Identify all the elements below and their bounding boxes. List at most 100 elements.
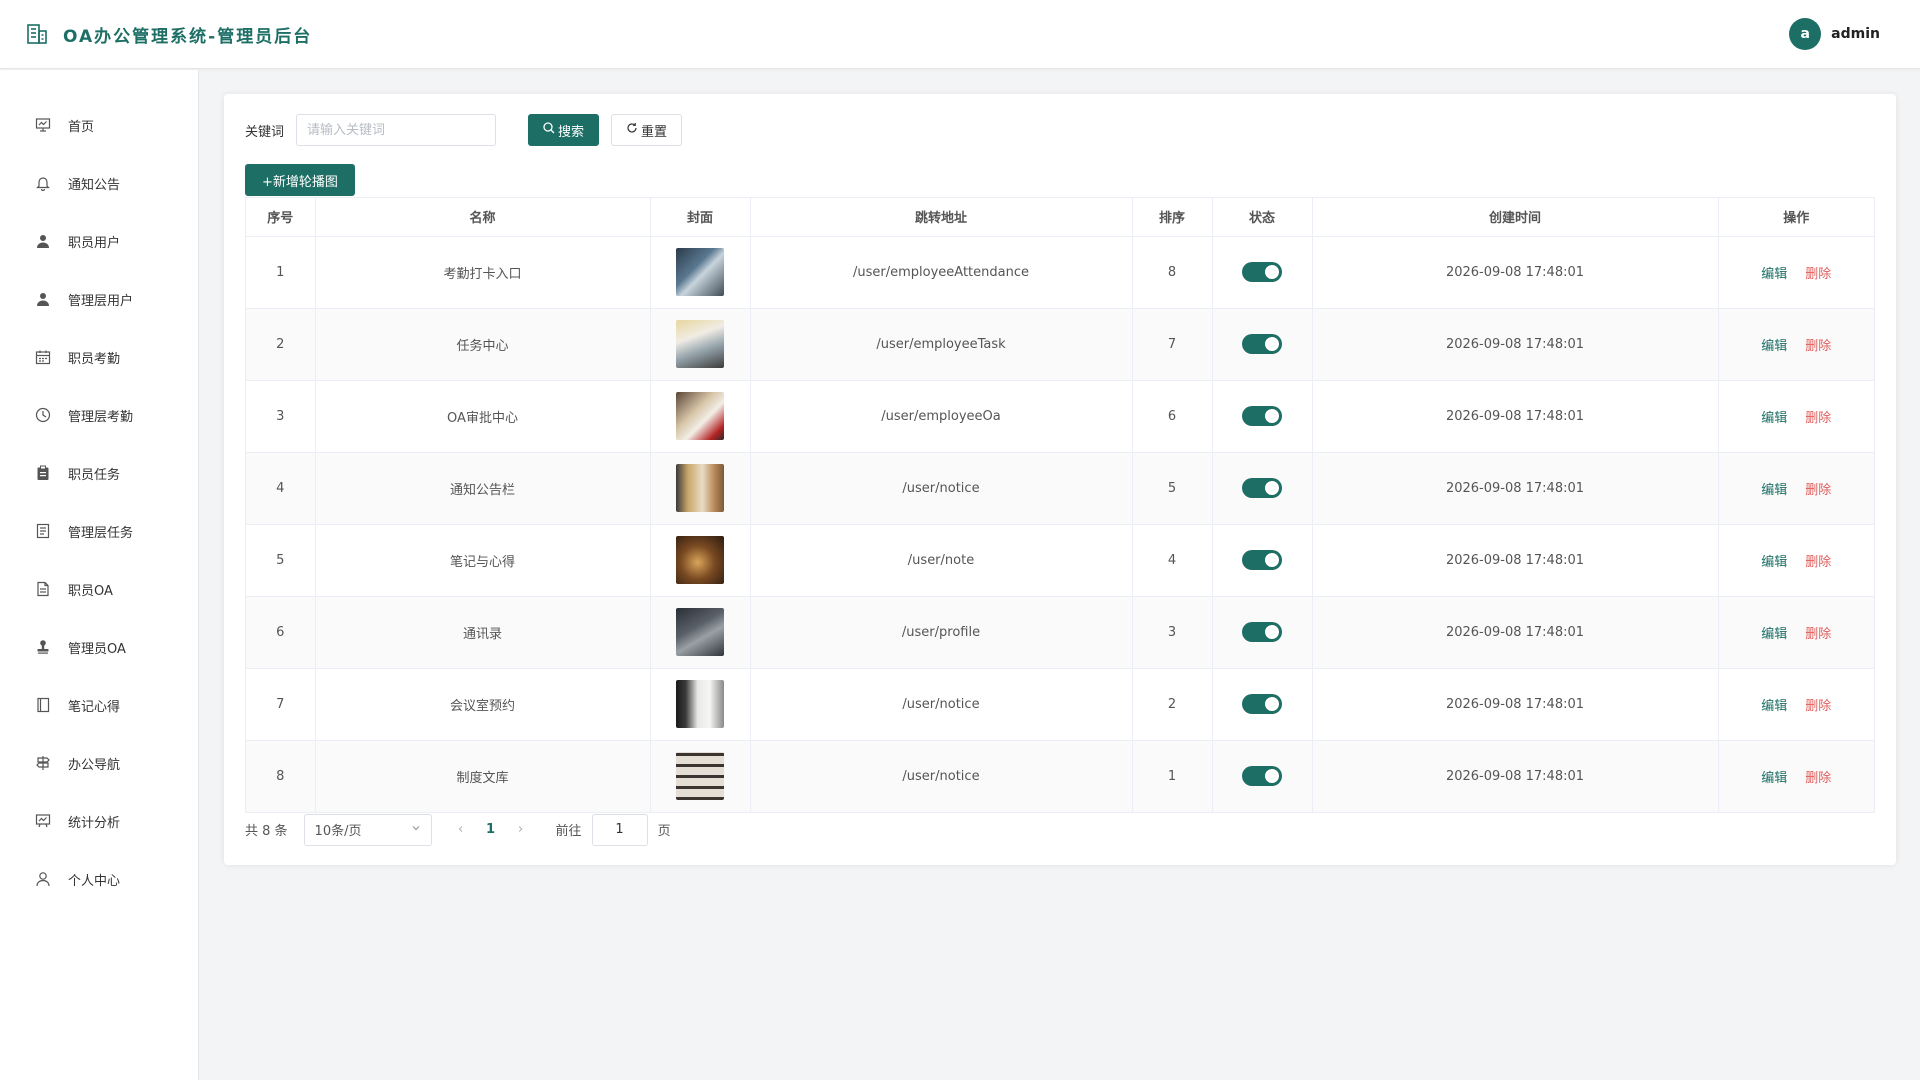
row-order: 8 (1132, 236, 1213, 309)
status-toggle[interactable] (1242, 550, 1282, 570)
next-page-button[interactable]: › (506, 822, 536, 837)
cover-image[interactable] (676, 608, 724, 656)
status-toggle[interactable] (1242, 766, 1282, 786)
top-header: OA办公管理系统-管理员后台 a admin (0, 0, 1920, 69)
edit-button[interactable]: 编辑 (1761, 555, 1787, 570)
sidebar-item-manager-users[interactable]: 管理层用户 (0, 270, 198, 328)
row-name: OA审批中心 (315, 380, 651, 453)
refresh-icon (626, 122, 638, 138)
delete-button[interactable]: 删除 (1805, 555, 1831, 570)
edit-button[interactable]: 编辑 (1761, 699, 1787, 714)
chevron-left-icon: ‹ (457, 822, 464, 837)
row-url: /user/employeeAttendance (750, 236, 1133, 309)
total-count: 共 8 条 (245, 824, 288, 839)
delete-button[interactable]: 删除 (1805, 699, 1831, 714)
table-row: 7 会议室预约 /user/notice 2 2026-09-08 17:48:… (246, 668, 1874, 741)
row-created: 2026-09-08 17:48:01 (1312, 668, 1719, 741)
table-row: 4 通知公告栏 /user/notice 5 2026-09-08 17:48:… (246, 452, 1874, 525)
cover-image[interactable] (676, 752, 724, 800)
status-toggle[interactable] (1242, 406, 1282, 426)
sidebar-item-label: 管理员OA (68, 641, 126, 657)
file-icon (34, 580, 52, 598)
sidebar-item-label: 管理层任务 (68, 525, 134, 541)
goto-suffix: 页 (657, 824, 671, 839)
table-row: 6 通讯录 /user/profile 3 2026-09-08 17:48:0… (246, 596, 1874, 669)
status-toggle[interactable] (1242, 694, 1282, 714)
cover-image[interactable] (676, 248, 724, 296)
sidebar-item-office-navigation[interactable]: 办公导航 (0, 734, 198, 792)
user-menu[interactable]: a admin (1789, 18, 1880, 50)
row-created: 2026-09-08 17:48:01 (1312, 308, 1719, 381)
sidebar-item-employee-tasks[interactable]: 职员任务 (0, 444, 198, 502)
row-url: /user/profile (750, 596, 1133, 669)
sidebar-item-admin-oa[interactable]: 管理员OA (0, 618, 198, 676)
delete-button[interactable]: 删除 (1805, 339, 1831, 354)
sidebar-item-manager-tasks[interactable]: 管理层任务 (0, 502, 198, 560)
prev-page-button[interactable]: ‹ (446, 822, 476, 837)
avatar[interactable]: a (1789, 18, 1822, 50)
row-index: 8 (246, 740, 316, 813)
edit-button[interactable]: 编辑 (1761, 267, 1787, 282)
column-header: 操作 (1718, 198, 1874, 237)
sidebar-item-label: 职员任务 (68, 467, 121, 483)
table-row: 3 OA审批中心 /user/employeeOa 6 2026-09-08 1… (246, 380, 1874, 453)
edit-button[interactable]: 编辑 (1761, 411, 1787, 426)
row-index: 1 (246, 236, 316, 309)
status-toggle[interactable] (1242, 334, 1282, 354)
row-index: 2 (246, 308, 316, 381)
clipboard-icon (34, 464, 52, 482)
edit-button[interactable]: 编辑 (1761, 483, 1787, 498)
row-created: 2026-09-08 17:48:01 (1312, 596, 1719, 669)
cover-image[interactable] (676, 320, 724, 368)
reset-button[interactable]: 重置 (611, 114, 683, 146)
row-index: 5 (246, 524, 316, 597)
page-number[interactable]: 1 (476, 822, 506, 837)
cover-image[interactable] (676, 464, 724, 512)
sidebar-item-label: 笔记心得 (68, 699, 121, 715)
row-url: /user/employeeOa (750, 380, 1133, 453)
search-button[interactable]: 搜索 (528, 114, 600, 146)
chevron-right-icon: › (517, 822, 524, 837)
edit-button[interactable]: 编辑 (1761, 339, 1787, 354)
sidebar-item-employee-attendance[interactable]: 职员考勤 (0, 328, 198, 386)
row-url: /user/notice (750, 668, 1133, 741)
page-size-select[interactable]: 10条/页 (303, 813, 432, 846)
sidebar-item-home[interactable]: 首页 (0, 96, 198, 154)
add-banner-button[interactable]: +新增轮播图 (245, 164, 355, 196)
edit-button[interactable]: 编辑 (1761, 627, 1787, 642)
sidebar-item-profile[interactable]: 个人中心 (0, 850, 198, 908)
sidebar-item-employee-users[interactable]: 职员用户 (0, 212, 198, 270)
column-header: 名称 (315, 198, 651, 237)
row-created: 2026-09-08 17:48:01 (1312, 380, 1719, 453)
row-name: 制度文库 (315, 740, 651, 813)
cover-image[interactable] (676, 536, 724, 584)
status-toggle[interactable] (1242, 622, 1282, 642)
edit-button[interactable]: 编辑 (1761, 771, 1787, 786)
pagination: 共 8 条 10条/页 ‹ 1 › 前往 页 (245, 813, 1875, 846)
sidebar-item-label: 职员考勤 (68, 351, 121, 367)
sidebar-item-label: 管理层考勤 (68, 409, 134, 425)
sidebar-item-manager-attendance[interactable]: 管理层考勤 (0, 386, 198, 444)
cover-image[interactable] (676, 680, 724, 728)
delete-button[interactable]: 删除 (1805, 627, 1831, 642)
row-url: /user/employeeTask (750, 308, 1133, 381)
chart-icon (34, 812, 52, 830)
delete-button[interactable]: 删除 (1805, 483, 1831, 498)
row-url: /user/notice (750, 740, 1133, 813)
sidebar-item-notes[interactable]: 笔记心得 (0, 676, 198, 734)
delete-button[interactable]: 删除 (1805, 771, 1831, 786)
goto-page-input[interactable] (591, 813, 648, 846)
column-header: 状态 (1212, 198, 1313, 237)
status-toggle[interactable] (1242, 478, 1282, 498)
sidebar-item-statistics[interactable]: 统计分析 (0, 792, 198, 850)
keyword-input[interactable] (296, 114, 497, 146)
delete-button[interactable]: 删除 (1805, 267, 1831, 282)
sidebar-item-notice[interactable]: 通知公告 (0, 154, 198, 212)
page-size-value: 10条/页 (314, 824, 362, 839)
delete-button[interactable]: 删除 (1805, 411, 1831, 426)
user-name[interactable]: admin (1831, 26, 1880, 42)
cover-image[interactable] (676, 392, 724, 440)
status-toggle[interactable] (1242, 262, 1282, 282)
sidebar-item-employee-oa[interactable]: 职员OA (0, 560, 198, 618)
row-order: 2 (1132, 668, 1213, 741)
